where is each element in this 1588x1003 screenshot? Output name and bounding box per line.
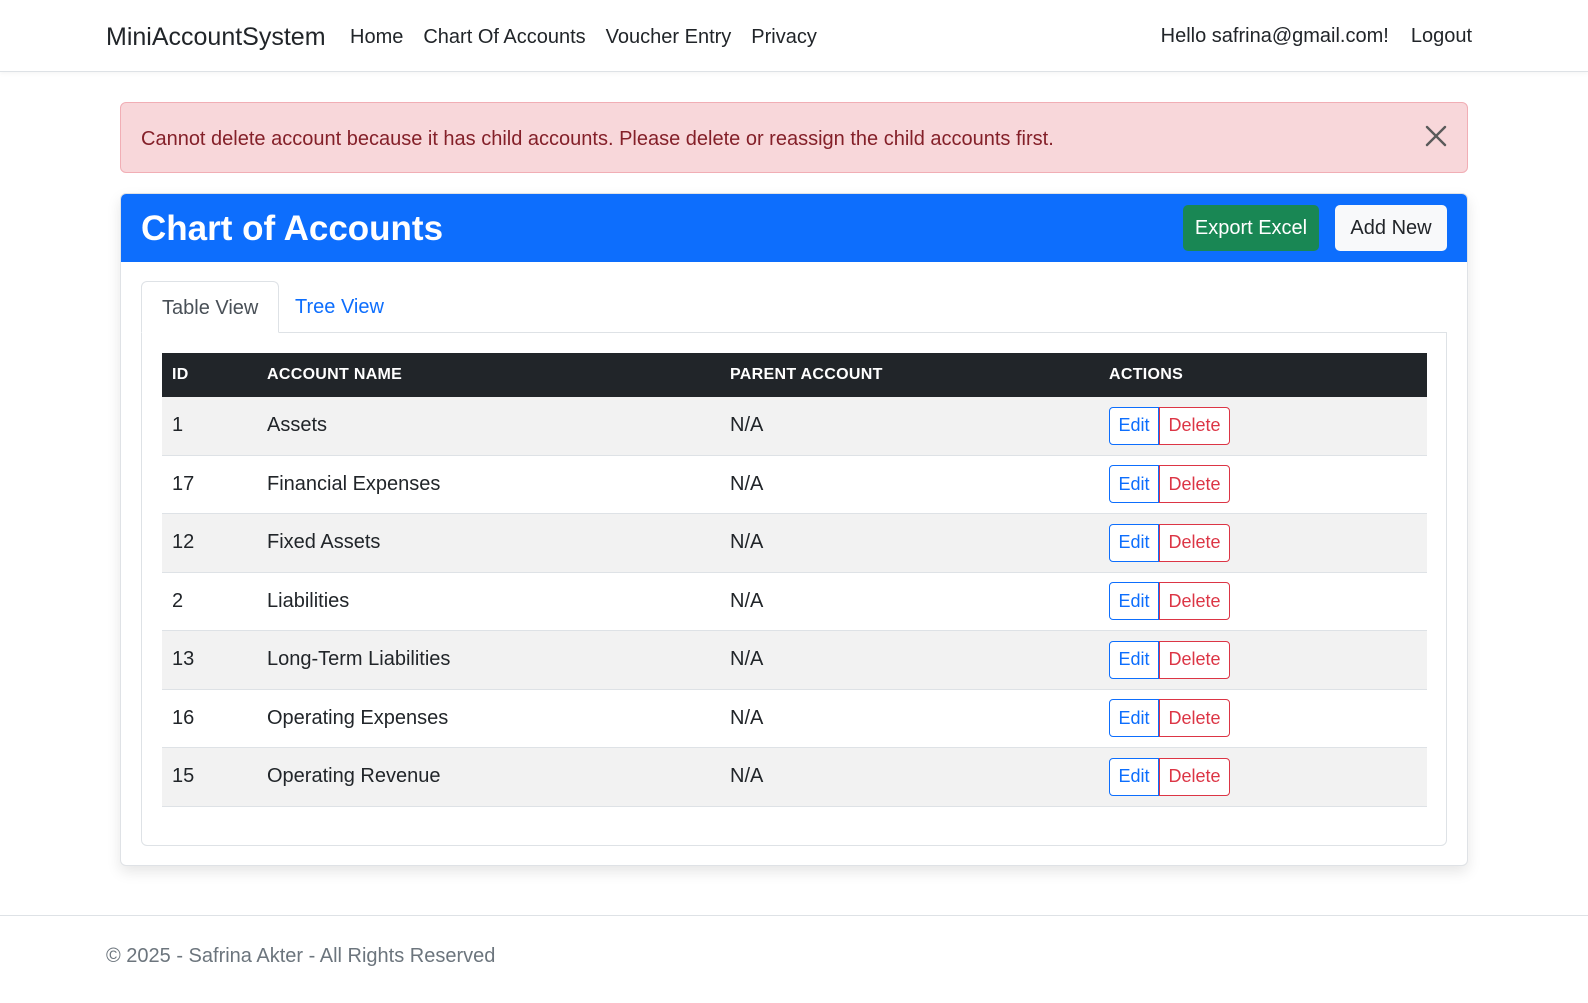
col-header-parent-account: PARENT ACCOUNT <box>730 366 883 383</box>
nav-links: Home Chart Of Accounts Voucher Entry Pri… <box>350 22 837 52</box>
view-tabs: Table View Tree View ID ACCOUNT NAME PAR… <box>141 281 1447 846</box>
cell-account-name: Operating Expenses <box>267 706 449 729</box>
alert-message: Cannot delete account because it has chi… <box>141 128 1054 150</box>
cell-id: 17 <box>172 472 195 495</box>
table-header: ID ACCOUNT NAME PARENT ACCOUNT ACTIONS <box>162 353 1427 397</box>
cell-parent-account: N/A <box>730 531 764 554</box>
accounts-table: ID ACCOUNT NAME PARENT ACCOUNT ACTIONS 1… <box>162 353 1427 807</box>
col-header-actions: ACTIONS <box>1109 366 1184 383</box>
cell-parent-account: N/A <box>730 765 764 788</box>
table-row: 17 Financial Expenses N/A Edit Delete <box>162 456 1427 514</box>
delete-button[interactable]: Delete <box>1159 757 1230 796</box>
edit-button[interactable]: Edit <box>1109 699 1159 738</box>
cell-parent-account: N/A <box>730 648 764 671</box>
add-new-button[interactable]: Add New <box>1335 205 1447 251</box>
col-header-account-name: ACCOUNT NAME <box>267 366 403 383</box>
col-header-id: ID <box>172 366 189 383</box>
tab-tree-view[interactable]: Tree View <box>275 281 404 333</box>
cell-actions: Edit Delete <box>1099 406 1230 445</box>
cell-account-name: Assets <box>267 414 328 437</box>
cell-account-name: Long-Term Liabilities <box>267 648 451 671</box>
footer-copyright: © 2025 - Safrina Akter - All Rights Rese… <box>106 945 496 967</box>
brand-link[interactable]: MiniAccountSystem <box>106 20 326 54</box>
cell-actions: Edit Delete <box>1099 582 1230 621</box>
cell-id: 12 <box>172 531 195 554</box>
cell-actions: Edit Delete <box>1099 699 1230 738</box>
nav-chart-of-accounts[interactable]: Chart Of Accounts <box>423 22 585 52</box>
edit-button[interactable]: Edit <box>1109 523 1159 562</box>
edit-button[interactable]: Edit <box>1109 757 1159 796</box>
cell-account-name: Liabilities <box>267 589 350 612</box>
cell-account-name: Operating Revenue <box>267 765 441 788</box>
page-footer: © 2025 - Safrina Akter - All Rights Rese… <box>0 915 1588 1003</box>
table-row: 13 Long-Term Liabilities N/A Edit Delete <box>162 631 1427 690</box>
close-icon[interactable] <box>1423 123 1449 149</box>
edit-button[interactable]: Edit <box>1109 640 1159 679</box>
cell-parent-account: N/A <box>730 472 764 495</box>
table-row: 2 Liabilities N/A Edit Delete <box>162 573 1427 631</box>
chart-of-accounts-card: Chart of Accounts Export Excel Add New T… <box>120 193 1468 866</box>
cell-actions: Edit Delete <box>1099 523 1230 562</box>
cell-parent-account: N/A <box>730 706 764 729</box>
nav-user-area: Hello safrina@gmail.com! Logout <box>1161 21 1472 51</box>
cell-id: 16 <box>172 706 195 729</box>
page-title: Chart of Accounts <box>141 209 444 248</box>
user-greeting[interactable]: Hello safrina@gmail.com! <box>1161 21 1389 51</box>
table-row: 16 Operating Expenses N/A Edit Delete <box>162 690 1427 748</box>
delete-button[interactable]: Delete <box>1159 465 1230 504</box>
card-header: Chart of Accounts Export Excel Add New <box>121 194 1467 262</box>
table-row: 1 Assets N/A Edit Delete <box>162 397 1427 456</box>
cell-parent-account: N/A <box>730 589 764 612</box>
nav-home[interactable]: Home <box>350 22 403 52</box>
cell-id: 13 <box>172 648 195 671</box>
logout-button[interactable]: Logout <box>1411 21 1472 51</box>
cell-account-name: Financial Expenses <box>267 472 441 495</box>
error-alert: Cannot delete account because it has chi… <box>120 102 1468 173</box>
delete-button[interactable]: Delete <box>1159 523 1230 562</box>
export-excel-button[interactable]: Export Excel <box>1183 205 1319 251</box>
edit-button[interactable]: Edit <box>1109 406 1159 445</box>
table-view-pane: ID ACCOUNT NAME PARENT ACCOUNT ACTIONS 1… <box>141 332 1447 846</box>
nav-voucher-entry[interactable]: Voucher Entry <box>606 22 732 52</box>
delete-button[interactable]: Delete <box>1159 640 1230 679</box>
top-navbar: MiniAccountSystem Home Chart Of Accounts… <box>0 0 1588 72</box>
table-row: 15 Operating Revenue N/A Edit Delete <box>162 748 1427 807</box>
cell-id: 15 <box>172 765 195 788</box>
cell-account-name: Fixed Assets <box>267 531 381 554</box>
nav-privacy[interactable]: Privacy <box>751 22 817 52</box>
delete-button[interactable]: Delete <box>1159 406 1230 445</box>
edit-button[interactable]: Edit <box>1109 582 1159 621</box>
tab-table-view[interactable]: Table View <box>141 281 280 333</box>
table-row: 12 Fixed Assets N/A Edit Delete <box>162 514 1427 573</box>
cell-id: 2 <box>172 589 184 612</box>
delete-button[interactable]: Delete <box>1159 699 1230 738</box>
cell-actions: Edit Delete <box>1099 640 1230 679</box>
delete-button[interactable]: Delete <box>1159 582 1230 621</box>
cell-actions: Edit Delete <box>1099 757 1230 796</box>
cell-actions: Edit Delete <box>1099 465 1230 504</box>
cell-parent-account: N/A <box>730 414 764 437</box>
edit-button[interactable]: Edit <box>1109 465 1159 504</box>
cell-id: 1 <box>172 414 184 437</box>
